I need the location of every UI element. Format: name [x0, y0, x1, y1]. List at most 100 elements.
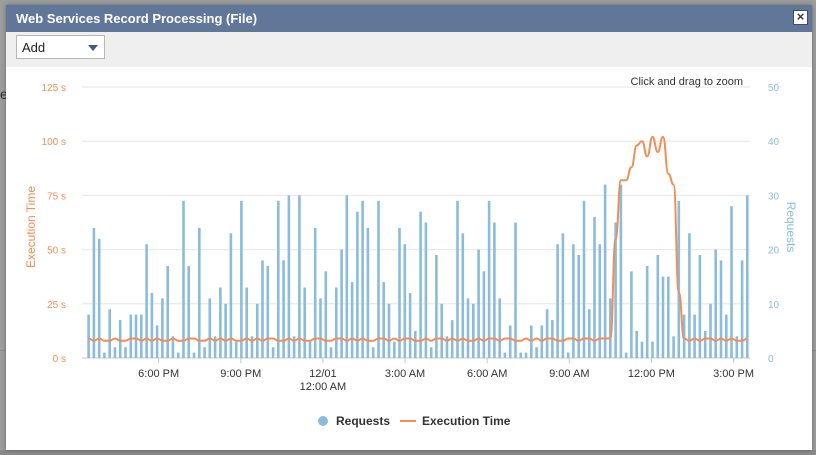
add-dropdown[interactable]: Add — [16, 35, 105, 59]
requests-bar[interactable] — [472, 303, 475, 358]
requests-bar[interactable] — [740, 260, 744, 358]
requests-bar[interactable] — [393, 341, 396, 358]
requests-bar[interactable] — [124, 347, 127, 358]
requests-bar[interactable] — [408, 293, 412, 358]
requests-bar[interactable] — [150, 293, 154, 358]
requests-bar[interactable] — [435, 255, 438, 358]
requests-bar[interactable] — [656, 255, 660, 358]
requests-bar[interactable] — [535, 347, 538, 358]
close-button[interactable]: × — [793, 10, 808, 25]
requests-bar[interactable] — [366, 227, 370, 358]
requests-bar[interactable] — [645, 265, 649, 358]
requests-bar[interactable] — [282, 260, 285, 358]
requests-bar[interactable] — [566, 352, 570, 358]
requests-bar[interactable] — [545, 309, 549, 358]
requests-bar[interactable] — [113, 347, 117, 358]
requests-bar[interactable] — [340, 249, 343, 358]
requests-bar[interactable] — [198, 227, 201, 358]
requests-bar[interactable] — [140, 314, 143, 358]
requests-bar[interactable] — [187, 265, 190, 358]
requests-bar[interactable] — [308, 341, 312, 358]
requests-bar[interactable] — [593, 217, 596, 358]
requests-bar[interactable] — [287, 195, 291, 358]
requests-bar[interactable] — [329, 347, 333, 358]
requests-bar[interactable] — [324, 271, 328, 358]
requests-bar[interactable] — [698, 255, 702, 358]
requests-bar[interactable] — [530, 325, 533, 359]
requests-bar[interactable] — [129, 314, 133, 358]
requests-bar[interactable] — [503, 352, 507, 358]
requests-bar[interactable] — [466, 298, 470, 358]
dialog-titlebar[interactable]: Web Services Record Processing (File) × — [6, 5, 812, 32]
requests-bar[interactable] — [256, 303, 259, 358]
legend-item-requests[interactable]: Requests — [318, 414, 390, 428]
requests-bar[interactable] — [345, 195, 349, 358]
requests-bar[interactable] — [145, 244, 148, 358]
requests-bar[interactable] — [440, 303, 443, 358]
requests-bar[interactable] — [266, 265, 270, 358]
requests-bar[interactable] — [92, 227, 96, 358]
requests-bar[interactable] — [603, 184, 607, 358]
requests-bar[interactable] — [651, 341, 654, 358]
requests-bar[interactable] — [240, 200, 243, 358]
requests-bar[interactable] — [319, 298, 322, 358]
requests-bar[interactable] — [155, 325, 159, 359]
requests-bar[interactable] — [498, 298, 501, 358]
requests-bar[interactable] — [108, 309, 111, 358]
requests-bar[interactable] — [640, 341, 644, 358]
requests-bar[interactable] — [371, 347, 375, 358]
requests-bar[interactable] — [419, 211, 422, 358]
requests-bar[interactable] — [208, 298, 212, 358]
requests-bar[interactable] — [350, 282, 354, 358]
requests-bar[interactable] — [219, 287, 222, 359]
requests-bar[interactable] — [234, 341, 238, 358]
requests-bar[interactable] — [582, 200, 586, 358]
requests-bar[interactable] — [176, 352, 180, 358]
requests-bar[interactable] — [619, 184, 623, 358]
legend-item-execution-time[interactable]: Execution Time — [400, 414, 511, 428]
requests-bar[interactable] — [245, 287, 248, 359]
requests-bar[interactable] — [482, 271, 486, 358]
requests-bar[interactable] — [456, 200, 459, 358]
requests-bar[interactable] — [224, 303, 227, 358]
requests-bar[interactable] — [271, 347, 275, 358]
requests-bar[interactable] — [588, 309, 591, 358]
requests-bar[interactable] — [519, 352, 522, 358]
requests-bar[interactable] — [103, 352, 106, 358]
requests-bar[interactable] — [277, 200, 280, 358]
requests-bar[interactable] — [630, 271, 633, 358]
requests-bar[interactable] — [514, 222, 517, 359]
requests-bar[interactable] — [356, 211, 359, 358]
requests-bar[interactable] — [524, 352, 528, 358]
requests-bar[interactable] — [97, 238, 101, 358]
requests-bar[interactable] — [487, 200, 491, 358]
requests-bar[interactable] — [667, 276, 670, 358]
requests-bar[interactable] — [540, 325, 544, 359]
requests-bar[interactable] — [192, 352, 196, 358]
chart-svg[interactable]: 0 s 25 s 50 s 75 s 100 s 125 s 0 10 20 30 40 50 6:… — [6, 67, 812, 450]
requests-bar[interactable] — [298, 195, 301, 358]
requests-bar[interactable] — [429, 347, 433, 358]
requests-bar[interactable] — [624, 352, 628, 358]
requests-bar[interactable] — [403, 244, 407, 358]
requests-bar[interactable] — [714, 249, 717, 358]
requests-bar[interactable] — [398, 227, 401, 358]
requests-bar[interactable] — [414, 330, 417, 358]
requests-bar[interactable] — [382, 282, 385, 358]
requests-bar[interactable] — [87, 314, 90, 358]
requests-bar[interactable] — [572, 244, 575, 358]
requests-bar[interactable] — [730, 206, 733, 358]
requests-bar[interactable] — [361, 200, 364, 358]
requests-bar[interactable] — [118, 320, 122, 358]
requests-bar[interactable] — [719, 260, 723, 358]
chart-legend[interactable]: Requests Execution Time — [318, 414, 511, 428]
requests-bar[interactable] — [335, 287, 338, 359]
requests-bar[interactable] — [703, 330, 707, 358]
requests-bar[interactable] — [508, 325, 512, 359]
requests-bar[interactable] — [477, 249, 480, 358]
requests-bar[interactable] — [387, 303, 391, 358]
requests-bar[interactable] — [693, 314, 696, 358]
requests-bar[interactable] — [661, 276, 665, 358]
requests-bar[interactable] — [561, 233, 565, 358]
requests-bar[interactable] — [746, 195, 749, 358]
